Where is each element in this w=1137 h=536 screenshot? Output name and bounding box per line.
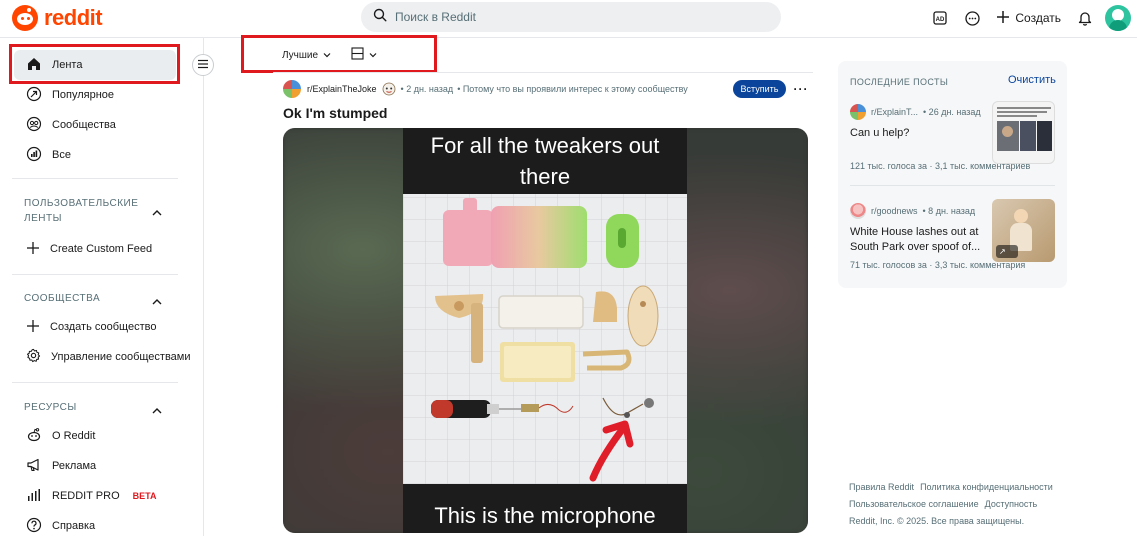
collapse-sidebar-button[interactable] — [192, 54, 214, 76]
chat-icon[interactable] — [956, 2, 988, 34]
sidebar-item-label: Все — [52, 149, 71, 161]
footer-link-accessibility[interactable]: Доступность — [985, 499, 1038, 509]
footer-link-privacy[interactable]: Политика конфиденциальности — [920, 482, 1053, 492]
subreddit-avatar — [850, 203, 866, 219]
external-link-icon: ↗ ew — [996, 245, 1018, 262]
sidebar-item-label: Справка — [52, 520, 96, 532]
sidebar-item-label: Популярное — [52, 89, 115, 101]
custom-feeds-title[interactable]: ПОЛЬЗОВАТЕЛЬСКИЕ ЛЕНТЫ — [24, 196, 144, 226]
footer-link-agreement[interactable]: Пользовательское соглашение — [849, 499, 979, 509]
subreddit-avatar — [850, 104, 866, 120]
resources-section-title[interactable]: РЕСУРСЫ — [24, 400, 77, 415]
sidebar-item-label: О Reddit — [52, 430, 96, 442]
sidebar-item-popular[interactable]: Популярное — [14, 80, 176, 110]
sidebar-item-label: REDDIT PRO — [52, 490, 120, 502]
sidebar-item-reddit-pro[interactable]: REDDIT PRO BETA — [14, 481, 176, 511]
recent-post-subreddit[interactable]: r/goodnews — [871, 206, 918, 216]
top-header: reddit AD Создать — [0, 0, 1137, 38]
sidebar-item-create-community[interactable]: Создать сообщество — [14, 312, 176, 342]
menu-icon — [197, 56, 209, 74]
post-title[interactable]: Ok I'm stumped — [283, 105, 387, 121]
image-caption-top: For all the tweakers out there — [430, 133, 660, 189]
sidebar-item-communities[interactable]: Сообщества — [14, 110, 176, 140]
sidebar-item-label: Создать сообщество — [50, 321, 157, 333]
plus-icon — [26, 319, 40, 336]
post-photo: For all the tweakers out there This is t… — [403, 128, 687, 533]
sidebar-item-help[interactable]: Справка — [14, 511, 176, 536]
footer-copyright: Reddit, Inc. © 2025. Все права защищены. — [849, 516, 1025, 526]
logo-text: reddit — [44, 5, 103, 30]
subreddit-name[interactable]: r/ExplainTheJoke — [307, 84, 377, 94]
recent-post-time: • 8 дн. назад — [922, 206, 976, 216]
recent-post-subreddit[interactable]: r/ExplainT... — [871, 107, 918, 117]
more-options-icon[interactable]: ··· — [794, 80, 808, 98]
sidebar-divider — [12, 274, 178, 275]
recent-posts-divider — [850, 185, 1055, 186]
chevron-up-icon[interactable] — [152, 402, 162, 420]
bar-chart-icon — [26, 487, 42, 506]
communities-icon — [26, 116, 42, 135]
reddit-snoo-icon — [12, 5, 38, 31]
clear-recent-button[interactable]: Очистить — [1008, 74, 1056, 86]
footer-link-rules[interactable]: Правила Reddit — [849, 482, 914, 492]
sidebar-divider — [12, 178, 178, 179]
post-meta: r/ExplainTheJoke • 2 дн. назад • Потому … — [283, 80, 688, 98]
highlight-box-sort — [241, 35, 437, 73]
search-input[interactable] — [395, 10, 755, 24]
plus-icon — [26, 241, 40, 258]
svg-text:AD: AD — [936, 17, 945, 23]
recent-posts-title: ПОСЛЕДНИЕ ПОСТЫ — [850, 77, 949, 87]
communities-section-title[interactable]: СООБЩЕСТВА — [24, 291, 100, 306]
left-sidebar: Лента Популярное Сообщества Все ПОЛЬЗОВА… — [0, 38, 204, 536]
chevron-up-icon[interactable] — [152, 293, 162, 311]
post-image[interactable]: For all the tweakers out there This is t… — [283, 128, 808, 533]
user-avatar[interactable] — [1105, 5, 1131, 31]
plus-icon — [996, 10, 1010, 27]
community-badge-icon — [381, 82, 397, 96]
recent-post-title[interactable]: Can u help? — [850, 126, 985, 141]
sidebar-item-advertise[interactable]: Реклама — [14, 451, 176, 481]
footer: Правила Reddit Политика конфиденциальност… — [849, 479, 1069, 530]
advertise-icon[interactable]: AD — [924, 2, 956, 34]
beta-badge: BETA — [132, 491, 157, 501]
sidebar-item-about-reddit[interactable]: О Reddit — [14, 421, 176, 451]
gear-icon — [26, 348, 41, 366]
recent-post-thumbnail[interactable]: ↗ ew — [992, 199, 1055, 262]
search-icon — [373, 8, 387, 27]
sidebar-item-label: Управление сообществами — [51, 351, 191, 363]
sidebar-item-label: Create Custom Feed — [50, 243, 153, 255]
image-caption-bottom: This is the microphone — [434, 503, 656, 528]
sidebar-item-all[interactable]: Все — [14, 140, 176, 170]
sidebar-item-label: Сообщества — [52, 119, 116, 131]
megaphone-icon — [26, 457, 42, 476]
help-icon — [26, 517, 42, 536]
subreddit-avatar[interactable] — [283, 80, 301, 98]
sidebar-item-manage-communities[interactable]: Управление сообществами — [14, 342, 194, 372]
highlight-box-home — [9, 44, 180, 84]
recommendation-reason: • Потому что вы проявили интерес к этому… — [457, 84, 688, 94]
recent-post-title[interactable]: White House lashes out at South Park ove… — [850, 225, 985, 255]
create-label: Создать — [1015, 11, 1061, 25]
popular-icon — [26, 86, 42, 105]
recent-post-thumbnail[interactable] — [992, 101, 1055, 164]
notifications-bell-icon[interactable] — [1069, 2, 1101, 34]
search-bar[interactable] — [361, 2, 781, 32]
create-button[interactable]: Создать — [988, 2, 1069, 34]
post-time: • 2 дн. назад — [400, 84, 454, 94]
recent-post-time: • 26 дн. назад — [923, 107, 981, 117]
reddit-logo[interactable]: reddit — [12, 5, 103, 31]
sidebar-item-label: Реклама — [52, 460, 97, 472]
all-icon — [26, 146, 42, 165]
sidebar-item-create-custom-feed[interactable]: Create Custom Feed — [14, 234, 176, 264]
reddit-icon — [26, 427, 42, 446]
chevron-up-icon[interactable] — [152, 204, 162, 222]
sidebar-divider — [12, 382, 178, 383]
recent-posts-panel: ПОСЛЕДНИЕ ПОСТЫ Очистить r/ExplainT... •… — [838, 61, 1067, 288]
feed-divider — [273, 72, 813, 73]
join-button[interactable]: Вступить — [733, 80, 786, 98]
